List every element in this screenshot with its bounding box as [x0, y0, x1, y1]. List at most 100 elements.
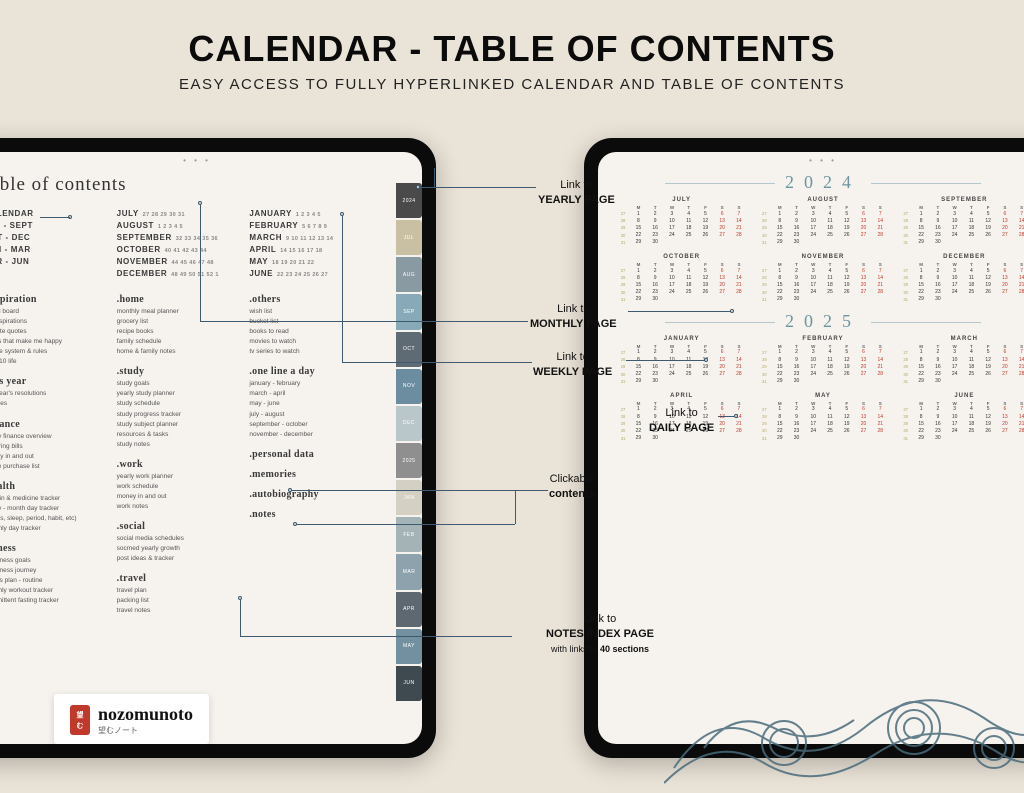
toc-link[interactable]: intermittent fasting tracker [0, 596, 111, 606]
toc-link[interactable]: fitness plan - routine [0, 576, 111, 586]
toc-link[interactable]: study subject planner [117, 420, 244, 430]
toc-link[interactable]: JAN - MAR [0, 245, 111, 254]
toc-link[interactable]: march - april [249, 389, 376, 399]
toc-link[interactable]: books to read [249, 327, 376, 337]
toc-link[interactable]: my fitness goals [0, 556, 111, 566]
toc-link[interactable]: JANUARY 1 2 3 4 5 [249, 209, 376, 218]
toc-link[interactable]: may - june [249, 399, 376, 409]
toc-link[interactable]: JULY 27 28 29 30 31 [117, 209, 244, 218]
toc-link[interactable]: NOVEMBER 44 45 46 47 48 [117, 257, 244, 266]
toc-link[interactable]: socmed yearly growth [117, 544, 244, 554]
toc-section[interactable]: .inspiration [0, 294, 111, 305]
toc-link[interactable]: yearly study planner [117, 389, 244, 399]
toc-link[interactable]: life inspirations [0, 317, 111, 327]
side-tab[interactable]: MAY [396, 629, 422, 664]
toc-link[interactable]: FEBRUARY 5 6 7 8 9 [249, 221, 376, 230]
side-tab[interactable]: NOV [396, 369, 422, 404]
toc-link[interactable]: recurring bills [0, 442, 111, 452]
toc-link[interactable]: packing list [117, 596, 244, 606]
calendar-month[interactable]: JULYMTWTFSS27123456728891011121314291516… [616, 197, 747, 246]
calendar-month[interactable]: MARCHMTWTFSS2712345672889101112131429151… [899, 336, 1024, 385]
toc-link[interactable]: DECEMBER 48 49 50 51 52 1 [117, 269, 244, 278]
toc-link[interactable]: yearly - month day tracker [0, 504, 111, 514]
calendar-month[interactable]: DECEMBERMTWTFSS2712345672889101112131429… [899, 254, 1024, 303]
toc-link[interactable]: january - february [249, 379, 376, 389]
toc-link[interactable]: my fitness journey [0, 566, 111, 576]
toc-link[interactable]: this year's resolutions [0, 389, 111, 399]
toc-link[interactable]: work schedule [117, 482, 244, 492]
toc-link[interactable]: study goals [117, 379, 244, 389]
toc-link[interactable]: OCT - DEC [0, 233, 111, 242]
toc-link[interactable]: money in and out [117, 492, 244, 502]
toc-link[interactable]: my life system & rules [0, 347, 111, 357]
side-tab[interactable]: MAR [396, 554, 422, 589]
toc-section[interactable]: .fitness [0, 543, 111, 554]
toc-link[interactable]: AUGUST 1 2 3 4 5 [117, 221, 244, 230]
toc-link[interactable]: travel plan [117, 586, 244, 596]
calendar-month[interactable]: MAYMTWTFSS271234567288910111213142915161… [757, 393, 888, 442]
toc-link[interactable]: JUNE 22 23 24 25 26 27 [249, 269, 376, 278]
toc-link[interactable]: travel notes [117, 606, 244, 616]
toc-link[interactable]: social media schedules [117, 534, 244, 544]
toc-link[interactable]: tv series to watch [249, 347, 376, 357]
toc-section[interactable]: .health [0, 481, 111, 492]
side-tab[interactable]: DEC [396, 406, 422, 441]
toc-section[interactable]: .memories [249, 469, 376, 480]
toc-link[interactable]: visual board [0, 307, 111, 317]
toc-link[interactable]: yearly work planner [117, 472, 244, 482]
toc-section[interactable]: .work [117, 459, 244, 470]
toc-link[interactable]: OCTOBER 40 41 42 43 44 [117, 245, 244, 254]
toc-link[interactable]: resources & tasks [117, 430, 244, 440]
side-tab[interactable]: 2025 [396, 443, 422, 478]
side-tab[interactable]: JUN [396, 666, 422, 701]
toc-link[interactable]: money in and out [0, 452, 111, 462]
toc-link[interactable]: (drinks, sleep, period, habit, etc) [0, 514, 111, 524]
toc-link[interactable]: september - october [249, 420, 376, 430]
toc-section[interactable]: .social [117, 521, 244, 532]
toc-link[interactable]: monthly meal planner [117, 307, 244, 317]
side-tab[interactable]: JUL [396, 220, 422, 255]
toc-section[interactable]: .personal data [249, 449, 376, 460]
calendar-month[interactable]: JUNEMTWTFSS27123456728891011121314291516… [899, 393, 1024, 442]
toc-link[interactable]: APRIL 14 15 16 17 18 [249, 245, 376, 254]
toc-section[interactable]: .finance [0, 419, 111, 430]
calendar-month[interactable]: FEBRUARYMTWTFSS2712345672889101112131429… [757, 336, 888, 385]
toc-link[interactable]: MARCH 9 10 11 12 13 14 [249, 233, 376, 242]
toc-link[interactable]: level 10 life [0, 357, 111, 367]
toc-link[interactable]: work notes [117, 502, 244, 512]
toc-link[interactable]: family schedule [117, 337, 244, 347]
toc-link[interactable]: SEPTEMBER 32 33 34 35 36 [117, 233, 244, 242]
calendar-month[interactable]: AUGUSTMTWTFSS271234567288910111213142915… [757, 197, 888, 246]
toc-link[interactable]: study notes [117, 440, 244, 450]
side-tab[interactable]: APR [396, 592, 422, 627]
toc-link[interactable]: study schedule [117, 399, 244, 409]
toc-link[interactable]: study progress tracker [117, 410, 244, 420]
side-tab[interactable]: AUG [396, 257, 422, 292]
toc-link[interactable]: things that make me happy [0, 337, 111, 347]
toc-link[interactable]: APR - JUN [0, 257, 111, 266]
toc-link[interactable]: favorite quotes [0, 327, 111, 337]
toc-link[interactable]: home & family notes [117, 347, 244, 357]
calendar-month[interactable]: NOVEMBERMTWTFSS2712345672889101112131429… [757, 254, 888, 303]
toc-link[interactable]: november - december [249, 430, 376, 440]
toc-link[interactable]: JUL - SEPT [0, 221, 111, 230]
side-tab[interactable]: JAN [396, 480, 422, 515]
toc-link[interactable]: grocery list [117, 317, 244, 327]
toc-link[interactable]: yearly finance overview [0, 432, 111, 442]
toc-link[interactable]: routines [0, 399, 111, 409]
side-tab[interactable]: SEP [396, 294, 422, 329]
toc-section[interactable]: .notes [249, 509, 376, 520]
toc-section[interactable]: .study [117, 366, 244, 377]
calendar-month[interactable]: OCTOBERMTWTFSS27123456728891011121314291… [616, 254, 747, 303]
toc-link[interactable]: bucket list [249, 317, 376, 327]
toc-section[interactable]: .this year [0, 376, 111, 387]
toc-link[interactable]: wish list [249, 307, 376, 317]
toc-link[interactable]: recipe books [117, 327, 244, 337]
toc-link[interactable]: monthly day tracker [0, 524, 111, 534]
toc-section[interactable]: .others [249, 294, 376, 305]
toc-link[interactable]: july - august [249, 410, 376, 420]
toc-link[interactable]: MAY 18 19 20 21 22 [249, 257, 376, 266]
toc-link[interactable]: post ideas & tracker [117, 554, 244, 564]
toc-section[interactable]: .one line a day [249, 366, 376, 377]
side-tab[interactable]: FEB [396, 517, 422, 552]
